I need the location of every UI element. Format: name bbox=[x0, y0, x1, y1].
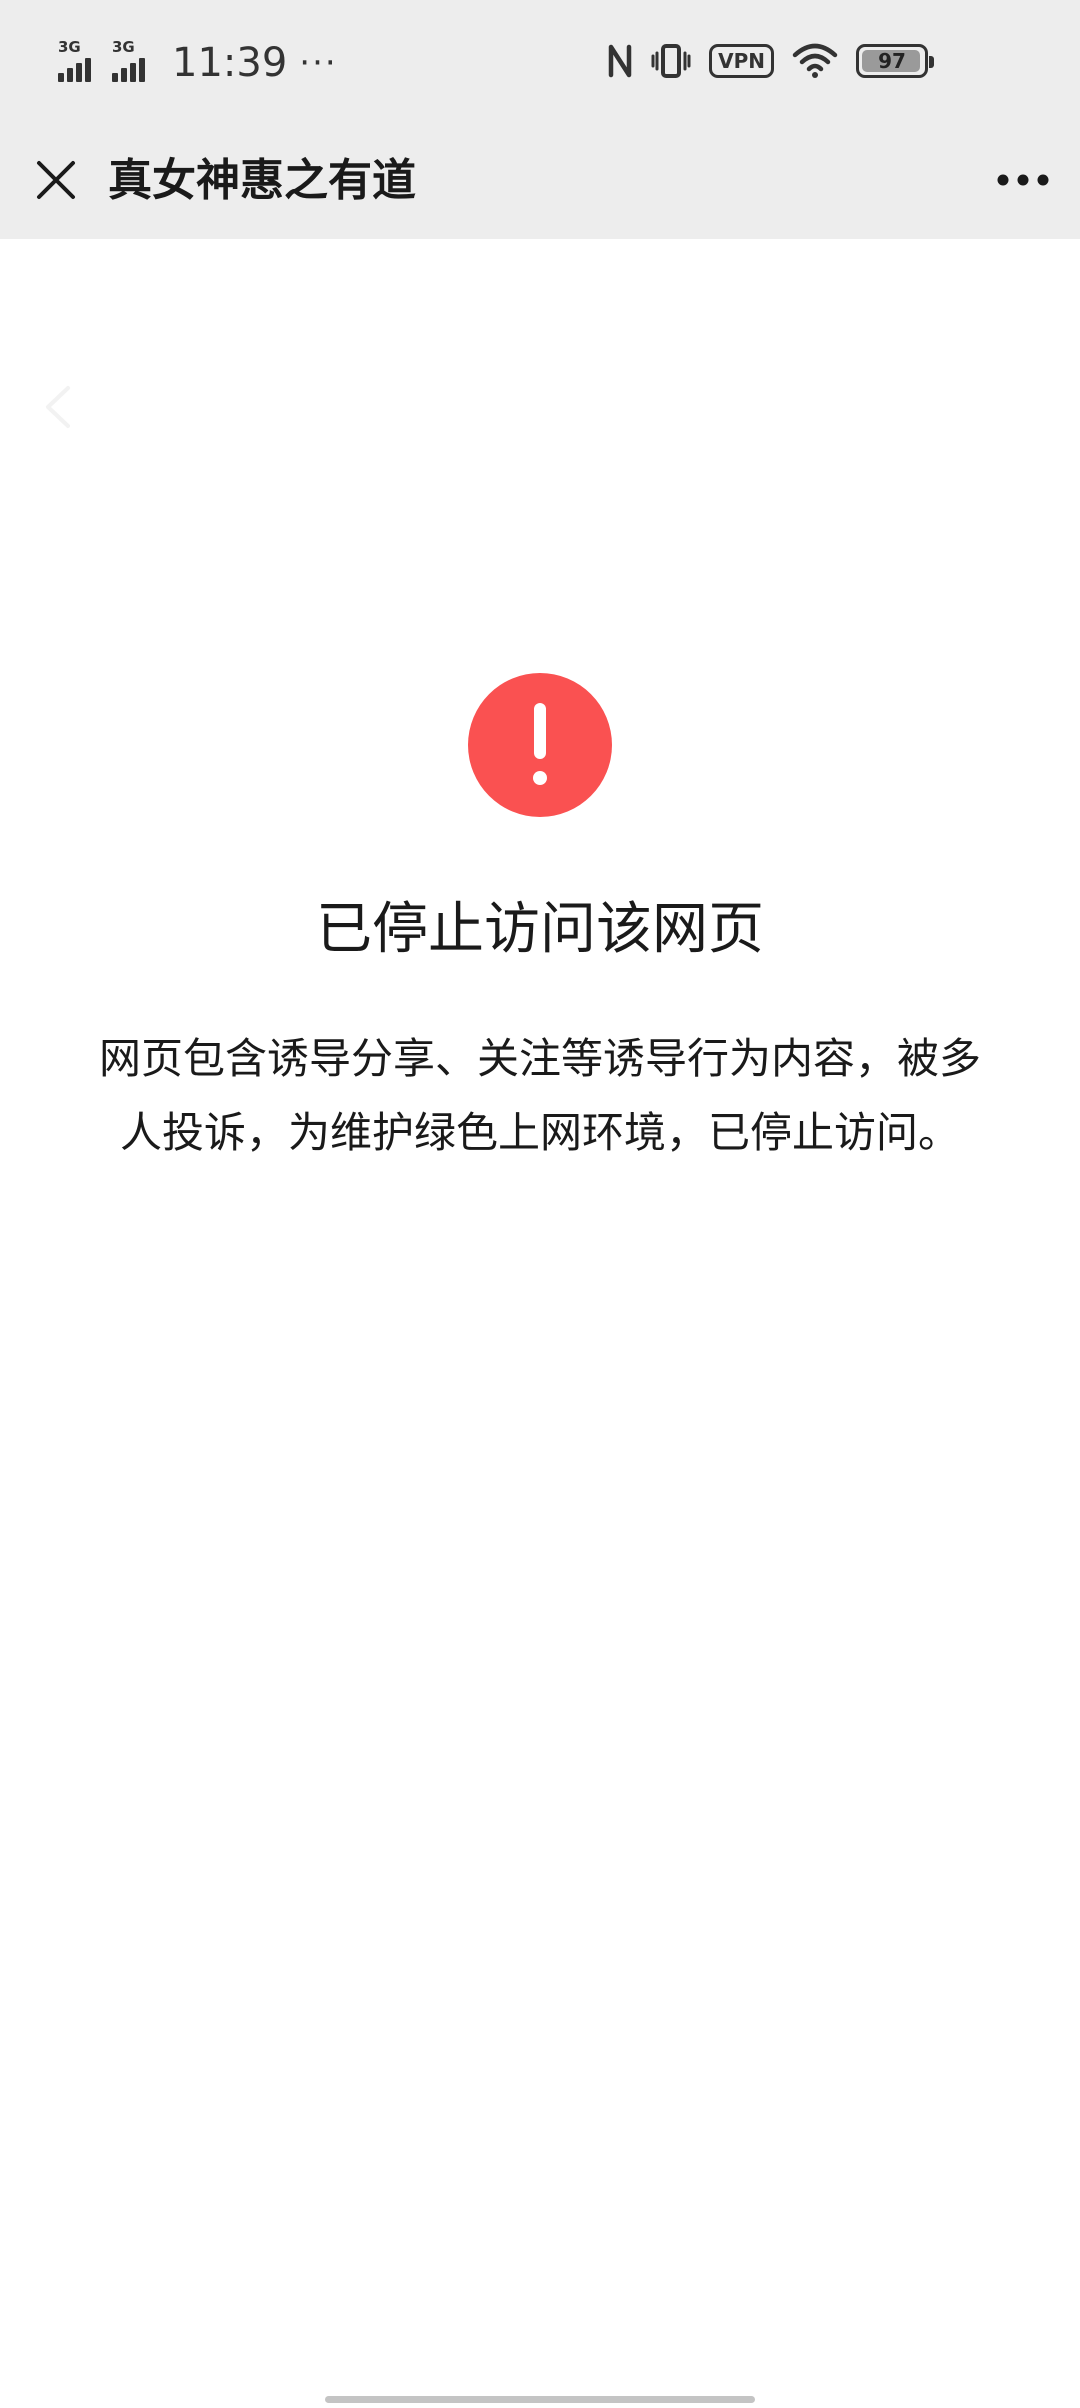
close-button[interactable] bbox=[26, 150, 86, 210]
home-indicator[interactable] bbox=[325, 2396, 755, 2403]
battery-icon: 97 bbox=[856, 44, 934, 78]
vpn-badge: VPN bbox=[709, 44, 774, 78]
status-left: 3G 3G 11:39 ··· bbox=[58, 36, 338, 86]
status-time: 11:39 bbox=[172, 40, 288, 86]
error-message: 网页包含诱导分享、关注等诱导行为内容，被多人投诉，为维护绿色上网环境，已停止访问… bbox=[98, 1034, 981, 1157]
battery-level: 97 bbox=[878, 49, 906, 73]
nfc-icon bbox=[607, 43, 633, 79]
more-options-button[interactable] bbox=[988, 150, 1058, 210]
error-title: 已停止访问该网页 bbox=[316, 897, 764, 962]
vibrate-icon bbox=[651, 43, 691, 79]
status-right: VPN 97 bbox=[589, 40, 934, 82]
warning-icon bbox=[468, 673, 612, 817]
back-arrow-icon[interactable] bbox=[38, 382, 78, 432]
network-type-label: 3G bbox=[112, 38, 135, 56]
signal-icon: 3G bbox=[58, 40, 108, 86]
more-notifications-icon: ··· bbox=[299, 43, 338, 83]
signal-icon: 3G bbox=[112, 40, 162, 86]
title-bar: 真女神惠之有道 bbox=[0, 122, 1080, 239]
network-type-label: 3G bbox=[58, 38, 81, 56]
wifi-icon bbox=[792, 43, 838, 79]
page-title: 真女神惠之有道 bbox=[108, 155, 416, 206]
more-icon bbox=[997, 174, 1049, 186]
close-icon bbox=[37, 161, 75, 199]
status-bar: 3G 3G 11:39 ··· VPN 97 bbox=[0, 0, 1080, 122]
